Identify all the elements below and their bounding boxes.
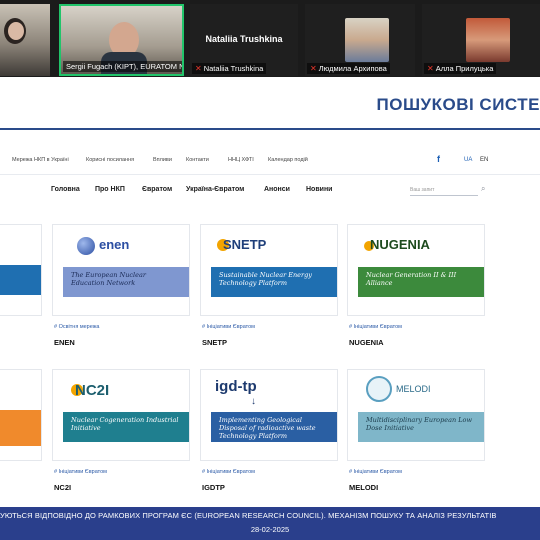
card-logo: NC2I <box>75 382 110 399</box>
muted-mic-icon: ✕ <box>427 64 434 73</box>
card-image: NUGENIA Nuclear Generation II & III Alli… <box>347 224 485 316</box>
card-tag[interactable]: # Ініціативи Євратом <box>54 469 107 475</box>
slide-title: ПОШУКОВІ СИСТЕ <box>376 95 540 114</box>
facebook-icon[interactable]: f <box>437 154 440 164</box>
nav-item-home[interactable]: Головна <box>51 186 80 193</box>
video-participants-strip: Sergii Fugach (KIPT), EURATOM NC... Nata… <box>0 0 540 77</box>
card-title[interactable]: SNETP <box>202 338 227 347</box>
topbar-link[interactable]: Мережа НКП в Україні <box>12 157 69 163</box>
topbar-link[interactable]: Впливи <box>153 157 172 163</box>
card-logo: enen <box>99 237 130 252</box>
lang-en-link[interactable]: EN <box>480 157 488 163</box>
card-tag[interactable]: # Ініціативи Євратом <box>202 469 255 475</box>
card-title[interactable]: NUGENIA <box>349 338 384 347</box>
card-image: NC2I Nuclear Cogeneration Industrial Ini… <box>52 369 190 461</box>
card-caption-band: Multidisciplinary European Low Dose Init… <box>358 412 484 442</box>
card-tag[interactable]: # Ініціативи Євратом <box>349 324 402 330</box>
nav-item-euratom[interactable]: Євратом <box>142 186 172 193</box>
site-main-nav: Головна Про НКП Євратом Україна-Євратом … <box>0 175 540 205</box>
partial-card[interactable] <box>0 224 42 316</box>
card-logo: NUGENIA <box>370 237 430 252</box>
nav-item-announcements[interactable]: Анонси <box>264 186 290 193</box>
card-caption-band: Sustainable Nuclear Energy Technology Pl… <box>211 267 337 297</box>
card-caption-band: The European Nuclear Education Network <box>63 267 189 297</box>
card-image: MELODI Multidisciplinary European Low Do… <box>347 369 485 461</box>
card-caption-band: Nuclear Cogeneration Industrial Initiati… <box>63 412 189 442</box>
website-screenshot: Мережа НКП в Україні Корисні посилання В… <box>0 147 540 507</box>
card-caption-band: Implementing Geological Disposal of radi… <box>211 412 337 442</box>
card-logo: MELODI <box>396 384 431 394</box>
participant-name-label: ✕ Алла Прилуцька <box>424 63 497 74</box>
participant-avatar <box>345 18 389 62</box>
footer-date: 28-02-2025 <box>250 525 290 534</box>
topbar-link[interactable]: Календар подій <box>268 157 308 163</box>
nav-item-news[interactable]: Новини <box>306 186 332 193</box>
card-tag[interactable]: # Ініціативи Євратом <box>349 469 402 475</box>
topbar-link[interactable]: Контакти <box>186 157 209 163</box>
search-icon[interactable]: ⌕ <box>481 184 485 194</box>
footer-text: УЮТЬСЯ ВІДПОВІДНО ДО РАМКОВИХ ПРОГРАМ ЄС… <box>0 511 497 520</box>
participant-tile-active-speaker[interactable]: Sergii Fugach (KIPT), EURATOM NC... <box>59 4 184 76</box>
participant-tile[interactable]: ✕ Людмила Архипова <box>305 4 415 76</box>
participant-name-label: Sergii Fugach (KIPT), EURATOM NC... <box>63 61 182 72</box>
topbar-link[interactable]: ННЦ ХФТІ <box>228 157 254 163</box>
muted-mic-icon: ✕ <box>310 64 317 73</box>
partial-card[interactable] <box>0 369 42 461</box>
card-caption-band: Nuclear Generation II & III Alliance <box>358 267 484 297</box>
title-divider <box>0 128 540 130</box>
slide-footer-banner: УЮТЬСЯ ВІДПОВІДНО ДО РАМКОВИХ ПРОГРАМ ЄС… <box>0 507 540 540</box>
participant-tile[interactable]: ✕ Алла Прилуцька <box>422 4 540 76</box>
card-image: igd-tp ↓ Implementing Geological Disposa… <box>200 369 338 461</box>
participant-display-name: Nataliia Trushkina <box>205 34 283 44</box>
lang-ua-link[interactable]: UA <box>464 157 472 163</box>
topbar-link[interactable]: Корисні посилання <box>86 157 134 163</box>
participant-name-label: ✕ Nataliia Trushkina <box>192 63 267 74</box>
nav-item-about[interactable]: Про НКП <box>95 186 125 193</box>
card-title[interactable]: ENEN <box>54 338 75 347</box>
participant-tile[interactable] <box>0 4 50 76</box>
card-title[interactable]: NC2I <box>54 483 71 492</box>
participant-tile[interactable]: Nataliia Trushkina ✕ Nataliia Trushkina <box>190 4 298 76</box>
melodi-logo-icon <box>366 376 392 402</box>
participant-name-label: ✕ Людмила Архипова <box>307 63 390 74</box>
enen-logo-icon <box>77 237 95 255</box>
card-tag[interactable]: # Ініціативи Євратом <box>202 324 255 330</box>
muted-mic-icon: ✕ <box>195 64 202 73</box>
site-topbar: Мережа НКП в Україні Корисні посилання В… <box>0 147 540 175</box>
card-logo: SNETP <box>223 237 267 252</box>
nav-item-ukraine-euratom[interactable]: Україна-Євратом <box>186 186 244 193</box>
arrow-down-icon: ↓ <box>251 396 256 407</box>
card-tag[interactable]: # Освітня мережа <box>54 324 99 330</box>
shared-slide: ПОШУКОВІ СИСТЕ Мережа НКП в Україні Кори… <box>0 77 540 540</box>
card-title[interactable]: MELODI <box>349 483 378 492</box>
card-image: SNETP Sustainable Nuclear Energy Technol… <box>200 224 338 316</box>
search-input[interactable]: Ваш запит <box>410 185 478 196</box>
card-title[interactable]: IGDTP <box>202 483 225 492</box>
card-image: enen The European Nuclear Education Netw… <box>52 224 190 316</box>
participant-avatar <box>466 18 510 62</box>
card-logo: igd-tp <box>215 378 257 395</box>
